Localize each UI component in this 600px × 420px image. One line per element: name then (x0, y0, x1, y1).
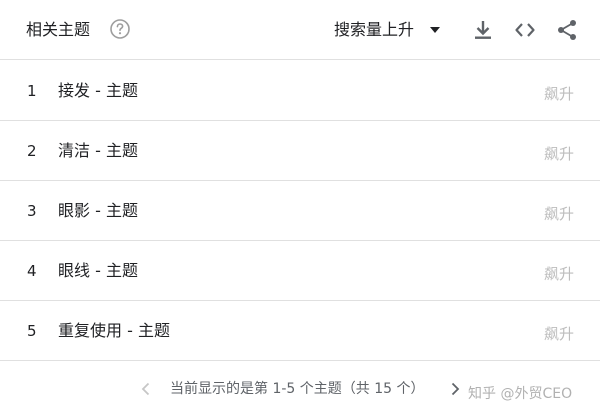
card-header: 相关主题 搜索量上升 (0, 0, 600, 60)
caret-down-icon (430, 27, 441, 33)
row-rank: 2 (27, 142, 37, 160)
row-trend-value: 飙升 (543, 85, 574, 103)
question-circle-icon[interactable] (110, 19, 130, 39)
row-trend-value: 飙升 (543, 265, 574, 283)
share-icon[interactable] (555, 18, 579, 42)
row-rank: 5 (27, 322, 37, 340)
topic-row[interactable]: 2 清洁 - 主题 飙升 (0, 121, 600, 181)
card-title: 相关主题 (26, 20, 91, 39)
related-topics-card: 相关主题 搜索量上升 1 接发 - 主题 飙升 2 清洁 - 主题 飙升 3 眼… (0, 0, 600, 420)
pagination-text: 当前显示的是第 1-5 个主题（共 15 个） (170, 381, 425, 397)
row-rank: 1 (27, 82, 37, 100)
row-topic-label[interactable]: 眼影 - 主题 (58, 200, 138, 222)
topic-row[interactable]: 5 重复使用 - 主题 飙升 (0, 301, 600, 361)
row-rank: 4 (27, 262, 37, 280)
row-topic-label[interactable]: 眼线 - 主题 (58, 260, 138, 282)
row-topic-label[interactable]: 接发 - 主题 (58, 80, 138, 102)
row-trend-value: 飙升 (543, 145, 574, 163)
chevron-right-icon[interactable] (447, 381, 463, 397)
chevron-left-icon[interactable] (138, 381, 154, 397)
embed-code-icon[interactable] (513, 18, 537, 42)
row-topic-label[interactable]: 重复使用 - 主题 (58, 320, 170, 342)
watermark: 知乎 @外贸CEO (468, 386, 573, 402)
download-icon[interactable] (471, 18, 495, 42)
row-rank: 3 (27, 202, 37, 220)
topic-row[interactable]: 3 眼影 - 主题 飙升 (0, 181, 600, 241)
sort-dropdown[interactable]: 搜索量上升 (334, 14, 441, 46)
topic-row[interactable]: 4 眼线 - 主题 飙升 (0, 241, 600, 301)
row-trend-value: 飙升 (543, 205, 574, 223)
row-topic-label[interactable]: 清洁 - 主题 (58, 140, 138, 162)
sort-dropdown-label: 搜索量上升 (334, 20, 415, 39)
topic-row[interactable]: 1 接发 - 主题 飙升 (0, 61, 600, 121)
row-trend-value: 飙升 (543, 325, 574, 343)
